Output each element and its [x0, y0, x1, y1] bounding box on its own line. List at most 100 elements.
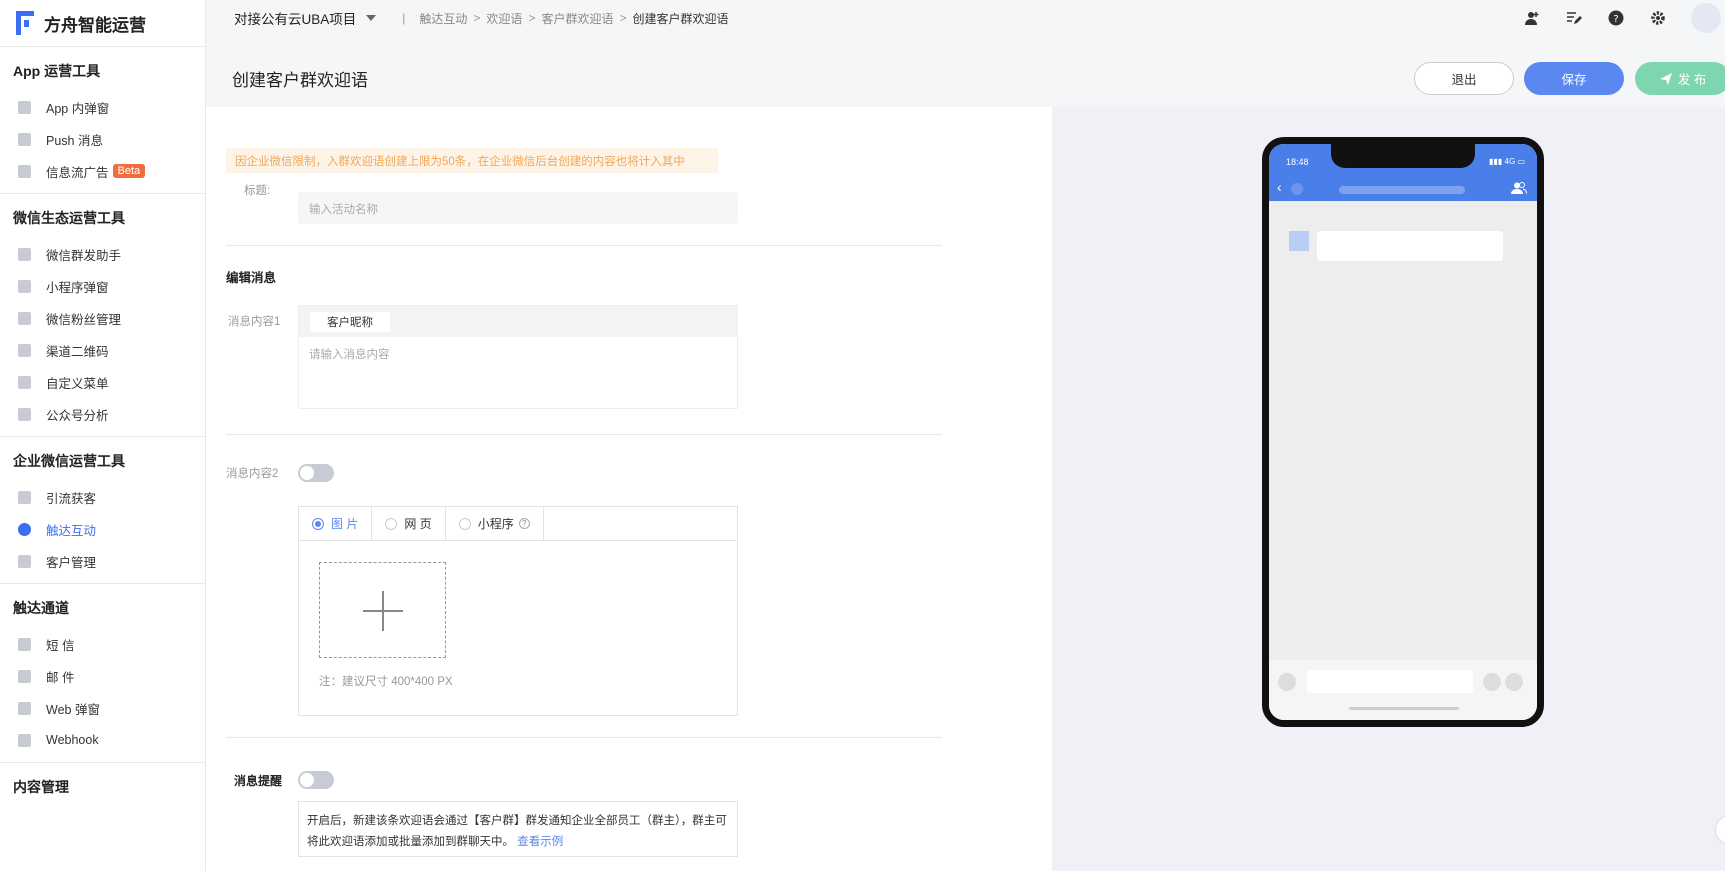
phone-notch [1331, 144, 1475, 168]
sidebar-item-label: 信息流广告 [46, 165, 109, 180]
upload-hint: 注：建议尺寸 400*400 PX [319, 676, 453, 688]
preview-panel: 18:48 ▮▮▮ 4G ▭ ‹ [1052, 107, 1725, 871]
feed-icon [18, 164, 31, 178]
sidebar-item[interactable]: Web 弹窗 [0, 692, 205, 724]
sidebar-item[interactable]: 渠道二维码 [0, 334, 205, 366]
nickname-chip[interactable]: 客户昵称 [310, 312, 390, 332]
sidebar-section: 微信生态运营工具 微信群发助手 小程序弹窗 微信粉丝管理 渠道二维码 自定义菜单 公众号分析 [0, 194, 205, 437]
exit-button[interactable]: 退出 [1414, 62, 1514, 95]
content2-label: 消息内容2 [226, 468, 279, 480]
chevron-down-icon [366, 15, 377, 21]
content2-toggle[interactable] [298, 464, 334, 482]
top-bar: 对接公有云UBA项目 | 触达互动 > 欢迎语 > 客户群欢迎语 > 创建客户群… [206, 0, 1725, 36]
edit-list-icon[interactable] [1565, 9, 1583, 27]
wechat-icon [18, 247, 31, 261]
sidebar-item-label: 微信群发助手 [46, 248, 122, 263]
sidebar-item-label: 自定义菜单 [46, 376, 109, 391]
send-icon [1659, 72, 1672, 85]
voice-icon [1278, 673, 1296, 691]
content1-placeholder: 请输入消息内容 [309, 349, 390, 361]
divider [226, 245, 942, 246]
sender-avatar [1289, 231, 1309, 251]
sidebar-item[interactable]: 客户管理 [0, 545, 205, 577]
sidebar-section-title: 企业微信运营工具 [13, 453, 125, 469]
view-example-link[interactable]: 查看示例 [517, 836, 563, 848]
status-time: 18:48 [1286, 157, 1309, 167]
reminder-description: 开启后，新建该条欢迎语会通过【客户群】群发通知企业全部员工（群主），群主可将此欢… [298, 801, 738, 857]
sidebar-item[interactable]: 自定义菜单 [0, 366, 205, 398]
sidebar-item-label: Web 弹窗 [46, 702, 100, 717]
phone-mockup: 18:48 ▮▮▮ 4G ▭ ‹ [1262, 137, 1544, 727]
sidebar-item[interactable]: App 内弹窗 [0, 91, 205, 123]
app-logo[interactable]: 方舟智能运营 [0, 0, 205, 47]
help-icon[interactable]: ? [1607, 9, 1625, 27]
floating-button[interactable] [1715, 815, 1725, 845]
sidebar-item[interactable]: 短 信 [0, 628, 205, 660]
sidebar-item-label: 渠道二维码 [46, 344, 109, 359]
add-user-icon[interactable] [1523, 9, 1541, 27]
sidebar-section-title: App 运营工具 [13, 63, 101, 79]
plus-icon-vertical [382, 591, 384, 631]
limit-notice: 因企业微信限制，入群欢迎语创建上限为50条，在企业微信后台创建的内容也将计入其中 [226, 148, 718, 173]
sidebar-item[interactable]: 微信粉丝管理 [0, 302, 205, 334]
reminder-toggle[interactable] [298, 771, 334, 789]
breadcrumb-item[interactable]: 客户群欢迎语 [541, 10, 613, 27]
tab-image[interactable]: 图 片 [299, 507, 373, 540]
sidebar-item[interactable]: 信息流广告 Beta [0, 155, 205, 187]
breadcrumb-separator: > [528, 11, 536, 25]
title-input[interactable]: 输入活动名称 [298, 192, 738, 224]
title-placeholder [1339, 186, 1465, 194]
sidebar-item[interactable]: 公众号分析 [0, 398, 205, 430]
webhook-icon [18, 733, 31, 747]
tab-webpage[interactable]: 网 页 [372, 507, 446, 540]
sidebar-item[interactable]: Webhook [0, 724, 205, 756]
publish-label: 发 布 [1677, 73, 1707, 87]
sidebar-item-label: 短 信 [46, 638, 75, 653]
sidebar-item[interactable]: 邮 件 [0, 660, 205, 692]
network-label: 4G [1504, 157, 1516, 166]
sidebar-item[interactable]: 小程序弹窗 [0, 270, 205, 302]
sidebar-item[interactable]: Push 消息 [0, 123, 205, 155]
sidebar-section-title: 内容管理 [13, 779, 69, 795]
page-title: 创建客户群欢迎语 [232, 71, 368, 90]
sidebar-section: 内容管理 [0, 763, 205, 813]
svg-text:?: ? [1613, 14, 1618, 25]
popup-icon [18, 100, 31, 114]
sidebar-item[interactable]: 引流获客 [0, 481, 205, 513]
help-icon[interactable]: ? [518, 518, 530, 529]
sidebar-item[interactable]: 触达互动 [0, 513, 205, 545]
project-selector[interactable]: 对接公有云UBA项目 [206, 8, 377, 28]
group-members-icon [1511, 182, 1527, 197]
tab-miniprogram[interactable]: 小程序? [446, 507, 544, 540]
settings-icon[interactable] [1649, 9, 1667, 27]
home-indicator [1349, 707, 1459, 710]
breadcrumb-item[interactable]: 欢迎语 [486, 10, 522, 27]
breadcrumb-item[interactable]: 触达互动 [419, 10, 467, 27]
media-tabs: 图 片 网 页 小程序? [299, 507, 737, 541]
tab-image-label: 图 片 [331, 517, 359, 531]
save-button[interactable]: 保存 [1524, 62, 1624, 95]
sidebar-item-label: App 内弹窗 [46, 101, 110, 116]
sidebar-item-label: Webhook [46, 733, 99, 747]
fans-icon [18, 311, 31, 325]
publish-button[interactable]: 发 布 [1635, 62, 1725, 95]
sidebar-section-title: 触达通道 [13, 600, 69, 616]
sidebar-item-label: 微信粉丝管理 [46, 312, 122, 327]
sidebar-item-label: Push 消息 [46, 133, 103, 148]
divider [226, 434, 942, 435]
message-bubble [1317, 231, 1503, 261]
avatar[interactable] [1691, 3, 1721, 33]
sidebar-item[interactable]: 微信群发助手 [0, 238, 205, 270]
tab-miniprogram-label: 小程序 [477, 517, 514, 531]
sidebar-section: App 运营工具 App 内弹窗 Push 消息信息流广告 Beta [0, 47, 205, 194]
media-panel: 图 片 网 页 小程序? 注：建议尺寸 400*400 PX [298, 506, 738, 716]
chat-input-bar [1269, 660, 1537, 720]
content1-editor[interactable]: 客户昵称 请输入消息内容 [298, 305, 738, 409]
logo-icon [16, 11, 34, 35]
top-icons: ? [1523, 0, 1725, 36]
emoji-icon [1483, 673, 1501, 691]
toggle-knob [300, 466, 314, 480]
sidebar-item-label: 触达互动 [46, 523, 97, 538]
image-upload[interactable] [319, 562, 446, 658]
doc-icon [18, 407, 31, 421]
